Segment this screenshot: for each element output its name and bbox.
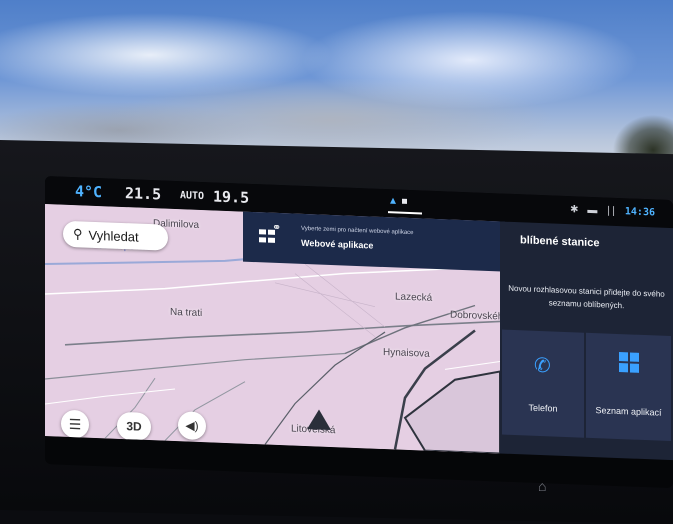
infotainment-screen: 4°C 21.5 AUTO 19.5 ▲ ✱ ▬ ∣∣ 14:36 Dalimi… — [45, 176, 673, 489]
phone-tile[interactable]: ✆ Telefon — [502, 329, 584, 438]
banner-title: Webové aplikace — [301, 237, 374, 251]
search-button[interactable]: ⚲ Vyhledat — [63, 220, 168, 251]
right-climate-temp[interactable]: 19.5 — [213, 187, 249, 206]
panel-description: Novou rozhlasovou stanici přidejte do sv… — [508, 283, 665, 311]
car-home-icon: ▲ — [390, 195, 397, 207]
web-apps-icon: ⚭ — [259, 222, 281, 249]
phone-tile-label: Telefon — [528, 402, 558, 414]
active-page-underline — [388, 211, 422, 215]
search-label: Vyhledat — [88, 227, 139, 245]
clock: 14:36 — [624, 206, 655, 219]
app-list-tile-label: Seznam aplikací — [595, 405, 662, 418]
panel-title: blíbené stanice — [520, 234, 600, 250]
menu-button[interactable]: ☰ — [61, 409, 89, 439]
home-icon[interactable]: ⌂ — [538, 478, 554, 494]
banner-subtitle: Vyberte zemi pro načtení webové aplikace — [301, 225, 414, 237]
web-apps-banner[interactable]: ⚭ Vyberte zemi pro načtení webové aplika… — [243, 211, 505, 272]
left-climate-temp[interactable]: 21.5 — [125, 184, 161, 203]
street-label: Na trati — [170, 306, 203, 320]
app-list-tile[interactable]: Seznam aplikací — [586, 332, 671, 442]
screen-page-indicator[interactable]: ▲ — [388, 195, 422, 215]
signal-icon: ∣∣ — [606, 205, 617, 217]
current-position-arrow-icon — [307, 409, 331, 430]
volume-button[interactable]: ◀) — [178, 411, 206, 441]
climate-mode[interactable]: AUTO — [180, 190, 204, 202]
street-label: Lazecká — [395, 291, 433, 304]
page-dot-icon — [402, 198, 407, 204]
favorite-stations-panel: blíbené stanice Novou rozhlasovou stanic… — [500, 221, 673, 461]
bluetooth-icon: ✱ — [570, 204, 579, 216]
car-icon: ▬ — [587, 204, 598, 217]
street-label: Dobrovského — [450, 309, 500, 323]
phone-icon: ✆ — [534, 354, 551, 378]
outside-temperature: 4°C — [75, 182, 103, 202]
menu-icon: ☰ — [68, 415, 82, 432]
status-icons: ✱ ▬ ∣∣ 14:36 — [564, 204, 655, 218]
street-label: Hynaisova — [383, 346, 430, 360]
search-icon: ⚲ — [73, 226, 83, 242]
three-d-view-button[interactable]: 3D — [117, 411, 151, 442]
speaker-icon: ◀) — [185, 418, 199, 433]
app-grid-icon — [619, 352, 639, 373]
